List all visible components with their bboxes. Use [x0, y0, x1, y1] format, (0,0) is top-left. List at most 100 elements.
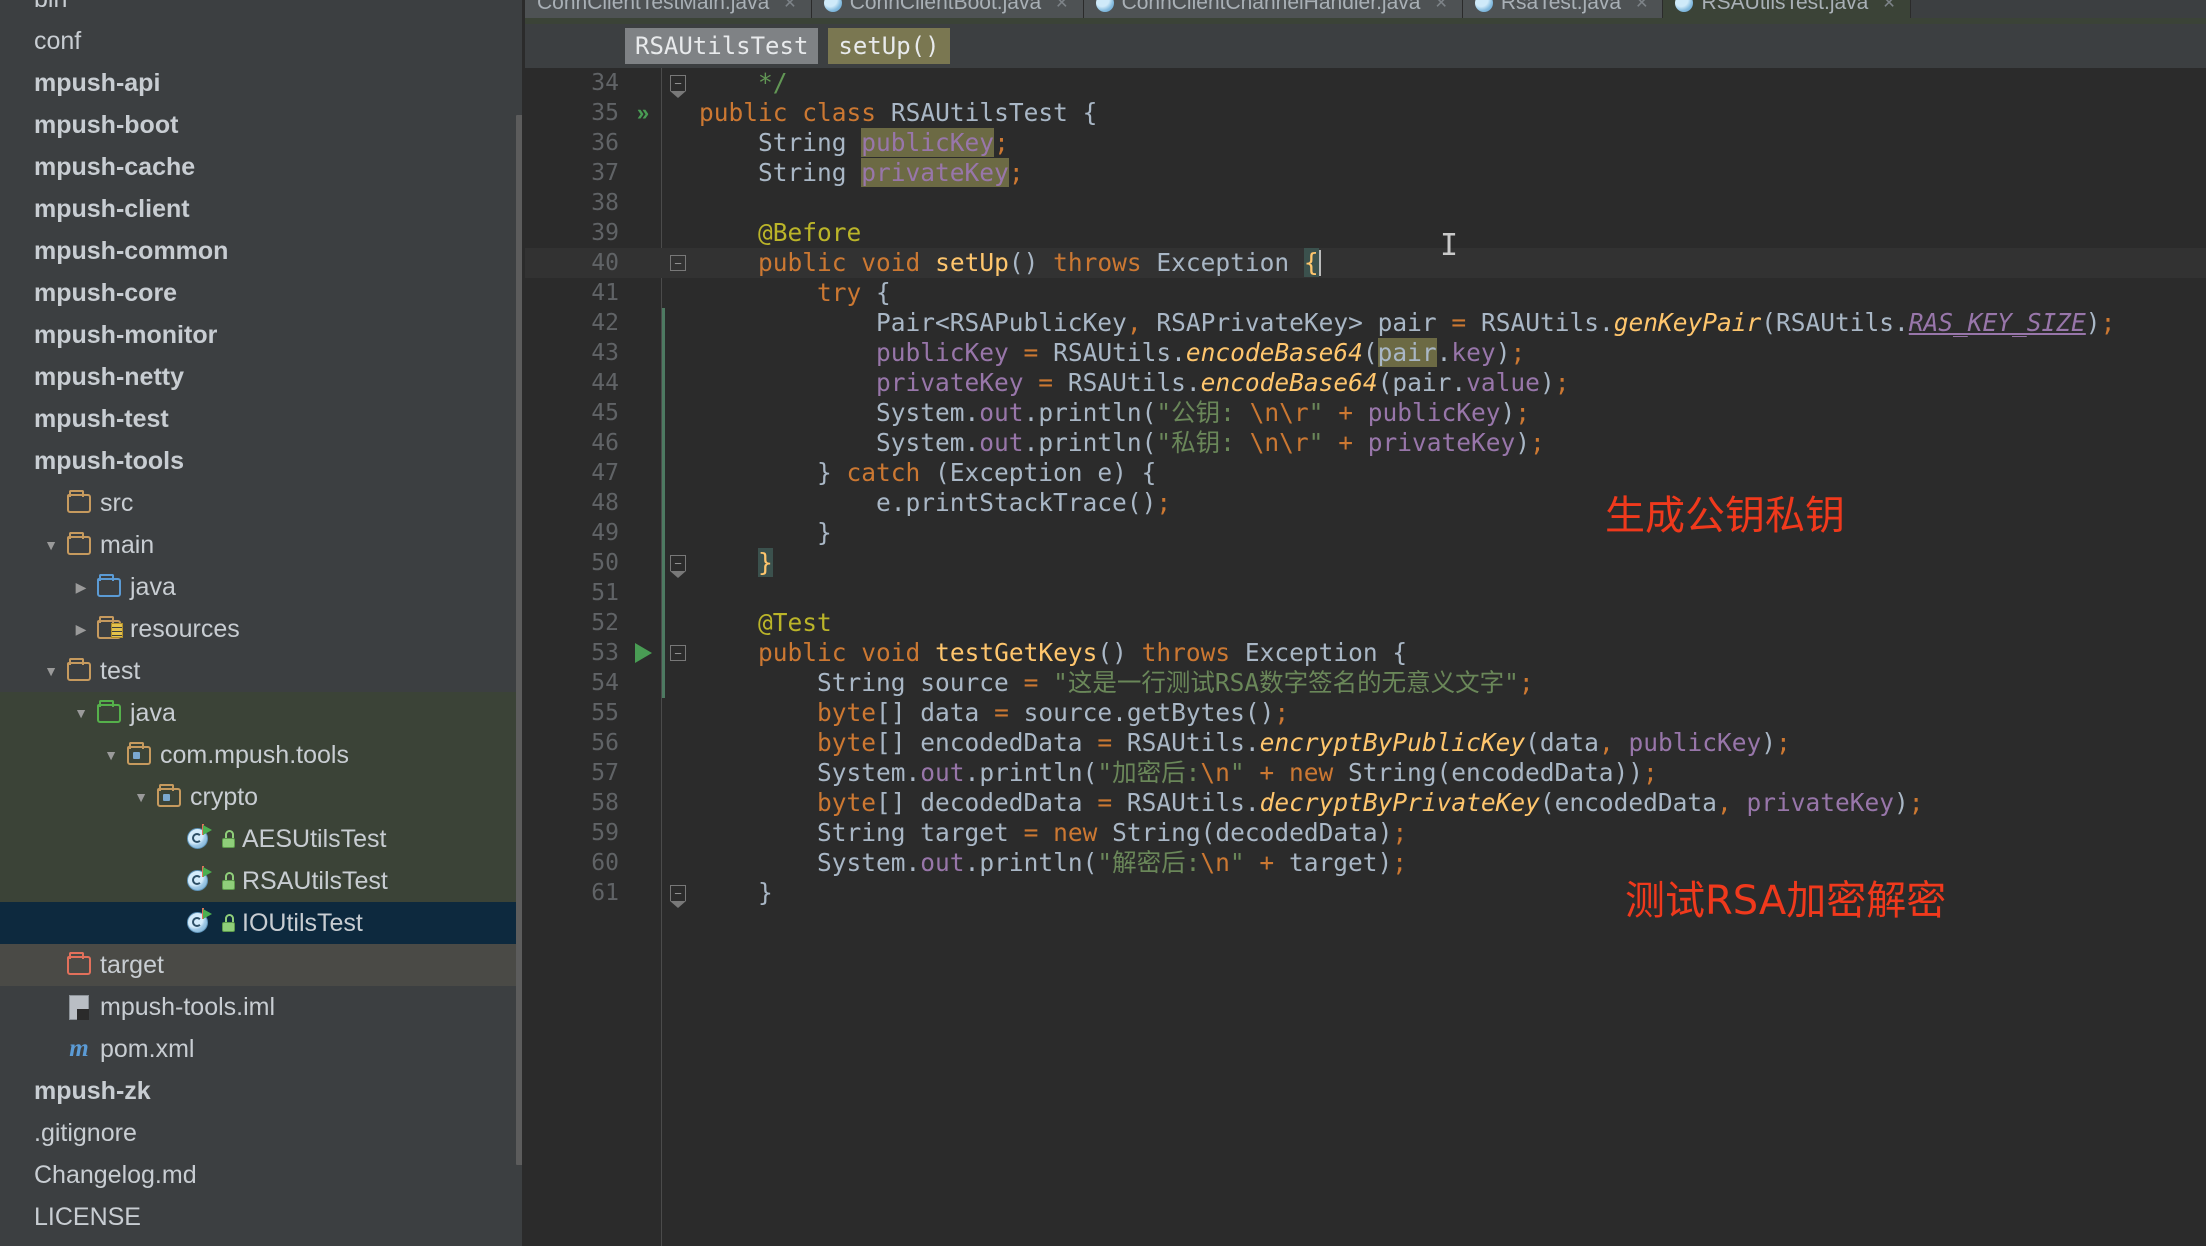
code-text[interactable]: System.out.println("加密后:\n" + new String… — [695, 758, 1658, 788]
tree-item-mpush-cache[interactable]: ·mpush-cache — [0, 146, 525, 188]
code-text[interactable]: public void setUp() throws Exception { — [695, 248, 1321, 278]
chevron-right-icon[interactable]: ▶ — [68, 621, 94, 638]
code-line[interactable]: 40 − public void setUp() throws Exception… — [525, 248, 2206, 278]
code-text[interactable]: byte[] encodedData = RSAUtils.encryptByP… — [695, 728, 1791, 758]
code-line[interactable]: 46 System.out.println("私钥: \n\r" + priva… — [525, 428, 2206, 458]
chevron-down-icon[interactable]: ▼ — [38, 663, 64, 679]
code-text[interactable]: } — [695, 878, 773, 908]
code-text[interactable]: @Before — [695, 218, 861, 248]
tree-item-rsautilstest[interactable]: · RSAUtilsTest — [0, 860, 525, 902]
tree-item--gitignore[interactable]: ·.gitignore — [0, 1112, 525, 1154]
code-line[interactable]: 43 publicKey = RSAUtils.encodeBase64(pai… — [525, 338, 2206, 368]
tree-item-pom-xml[interactable]: · m pom.xml — [0, 1028, 525, 1070]
code-text[interactable]: e.printStackTrace(); — [695, 488, 1171, 518]
tree-item-mpush-test[interactable]: ·mpush-test — [0, 398, 525, 440]
code-line[interactable]: 61 − } — [525, 878, 2206, 908]
code-text[interactable]: public void testGetKeys() throws Excepti… — [695, 638, 1407, 668]
editor-tab-connclientchannelhandler-java[interactable]: ConnClientChannelHandler.java ✕ — [1083, 0, 1463, 18]
close-icon[interactable]: ✕ — [1055, 0, 1068, 13]
fold-end-icon[interactable]: − — [661, 878, 695, 908]
code-text[interactable]: String publicKey; — [695, 128, 1009, 158]
close-icon[interactable]: ✕ — [783, 0, 796, 13]
code-line[interactable]: 51 — [525, 578, 2206, 608]
chevron-down-icon[interactable]: ▼ — [128, 789, 154, 805]
code-line[interactable]: 48 e.printStackTrace(); — [525, 488, 2206, 518]
code-line[interactable]: 34 − */ — [525, 68, 2206, 98]
fold-collapse-icon[interactable]: − — [661, 638, 695, 668]
close-icon[interactable]: ✕ — [1434, 0, 1447, 13]
chevron-down-icon[interactable]: ▼ — [38, 537, 64, 553]
code-line[interactable]: 54 String source = "这是一行测试RSA数字签名的无意义文字"… — [525, 668, 2206, 698]
code-line[interactable]: 50 − } — [525, 548, 2206, 578]
code-line[interactable]: 56 byte[] encodedData = RSAUtils.encrypt… — [525, 728, 2206, 758]
tree-item-mpush-boot[interactable]: ·mpush-boot — [0, 104, 525, 146]
tree-item-target[interactable]: · target — [0, 944, 525, 986]
code-line[interactable]: 60 System.out.println("解密后:\n" + target)… — [525, 848, 2206, 878]
tree-item-test[interactable]: ▼ test — [0, 650, 525, 692]
code-text[interactable]: publicKey = RSAUtils.encodeBase64(pair.k… — [695, 338, 1525, 368]
run-test-icon[interactable] — [625, 638, 661, 668]
code-line[interactable]: 35» public class RSAUtilsTest { — [525, 98, 2206, 128]
code-text[interactable]: } catch (Exception e) { — [695, 458, 1156, 488]
code-text[interactable]: System.out.println("公钥: \n\r" + publicKe… — [695, 398, 1530, 428]
tree-item-java[interactable]: ▶ java — [0, 566, 525, 608]
code-line[interactable]: 57 System.out.println("加密后:\n" + new Str… — [525, 758, 2206, 788]
fold-collapse-icon[interactable]: − — [661, 248, 695, 278]
editor-tab-rsautilstest-java[interactable]: RSAUtilsTest.java ✕ — [1663, 0, 1911, 18]
chevron-down-icon[interactable]: ▼ — [68, 705, 94, 721]
code-text[interactable]: System.out.println("私钥: \n\r" + privateK… — [695, 428, 1545, 458]
editor-tab-connclienttestmain-java[interactable]: ConnClientTestMain.java ✕ — [525, 0, 812, 18]
code-lines[interactable]: 34− */35» public class RSAUtilsTest {36 S… — [525, 68, 2206, 908]
breadcrumb-class[interactable]: RSAUtilsTest — [625, 28, 819, 64]
code-line[interactable]: 52 @Test — [525, 608, 2206, 638]
code-text[interactable]: String target = new String(decodedData); — [695, 818, 1407, 848]
code-line[interactable]: 37 String privateKey; — [525, 158, 2206, 188]
code-line[interactable]: 42 Pair<RSAPublicKey, RSAPrivateKey> pai… — [525, 308, 2206, 338]
tree-item-mpush-zk[interactable]: ·mpush-zk — [0, 1070, 525, 1112]
code-line[interactable]: 39 @Before — [525, 218, 2206, 248]
code-text[interactable]: String privateKey; — [695, 158, 1024, 188]
tree-item-mpush-tools-iml[interactable]: · mpush-tools.iml — [0, 986, 525, 1028]
close-icon[interactable]: ✕ — [1882, 0, 1895, 13]
fold-end-icon[interactable]: − — [661, 548, 695, 578]
fold-end-icon[interactable]: − — [661, 68, 695, 98]
code-text[interactable]: privateKey = RSAUtils.encodeBase64(pair.… — [695, 368, 1569, 398]
code-text[interactable]: Pair<RSAPublicKey, RSAPrivateKey> pair =… — [695, 308, 2115, 338]
tree-item-src[interactable]: · src — [0, 482, 525, 524]
tree-item-main[interactable]: ▼ main — [0, 524, 525, 566]
tree-item-aesutilstest[interactable]: · AESUtilsTest — [0, 818, 525, 860]
chevron-down-icon[interactable]: ▼ — [98, 747, 124, 763]
tree-item-mpush-core[interactable]: ·mpush-core — [0, 272, 525, 314]
code-line[interactable]: 36 String publicKey; — [525, 128, 2206, 158]
code-text[interactable]: } — [695, 518, 832, 548]
chevron-right-icon[interactable]: ▶ — [68, 579, 94, 596]
code-text[interactable]: @Test — [695, 608, 832, 638]
code-line[interactable]: 55 byte[] data = source.getBytes(); — [525, 698, 2206, 728]
code-text[interactable]: public class RSAUtilsTest { — [695, 98, 1097, 128]
code-text[interactable]: } — [695, 548, 773, 578]
tree-item-bin[interactable]: ·bin — [0, 0, 525, 20]
tree-item-crypto[interactable]: ▼ crypto — [0, 776, 525, 818]
code-editor[interactable]: 34− */35» public class RSAUtilsTest {36 S… — [525, 68, 2206, 1246]
tree-item-mpush-client[interactable]: ·mpush-client — [0, 188, 525, 230]
tree-item-mpush-netty[interactable]: ·mpush-netty — [0, 356, 525, 398]
editor-tab-rsatest-java[interactable]: RsaTest.java ✕ — [1462, 0, 1664, 18]
tree-item-java[interactable]: ▼ java — [0, 692, 525, 734]
tree-item-mpush-monitor[interactable]: ·mpush-monitor — [0, 314, 525, 356]
editor-tab-connclientboot-java[interactable]: ConnClientBoot.java ✕ — [811, 0, 1084, 18]
tree-item-mpush-tools[interactable]: ·mpush-tools — [0, 440, 525, 482]
editor-tab-bar[interactable]: ConnClientTestMain.java ✕ ConnClientBoot.j… — [525, 0, 2206, 18]
tree-item-mpush-api[interactable]: ·mpush-api — [0, 62, 525, 104]
code-text[interactable]: */ — [695, 68, 788, 98]
code-text[interactable]: byte[] decodedData = RSAUtils.decryptByP… — [695, 788, 1924, 818]
project-tree-panel[interactable]: ·bin·conf·mpush-api·mpush-boot·mpush-cac… — [0, 0, 525, 1246]
code-line[interactable]: 53 − public void testGetKeys() throws Exc… — [525, 638, 2206, 668]
code-line[interactable]: 49 } — [525, 518, 2206, 548]
code-text[interactable]: System.out.println("解密后:\n" + target); — [695, 848, 1407, 878]
code-text[interactable]: byte[] data = source.getBytes(); — [695, 698, 1289, 728]
code-line[interactable]: 38 — [525, 188, 2206, 218]
code-text[interactable]: try { — [695, 278, 891, 308]
code-line[interactable]: 41 try { — [525, 278, 2206, 308]
code-text[interactable]: String source = "这是一行测试RSA数字签名的无意义文字"; — [695, 668, 1534, 698]
code-line[interactable]: 59 String target = new String(decodedDat… — [525, 818, 2206, 848]
